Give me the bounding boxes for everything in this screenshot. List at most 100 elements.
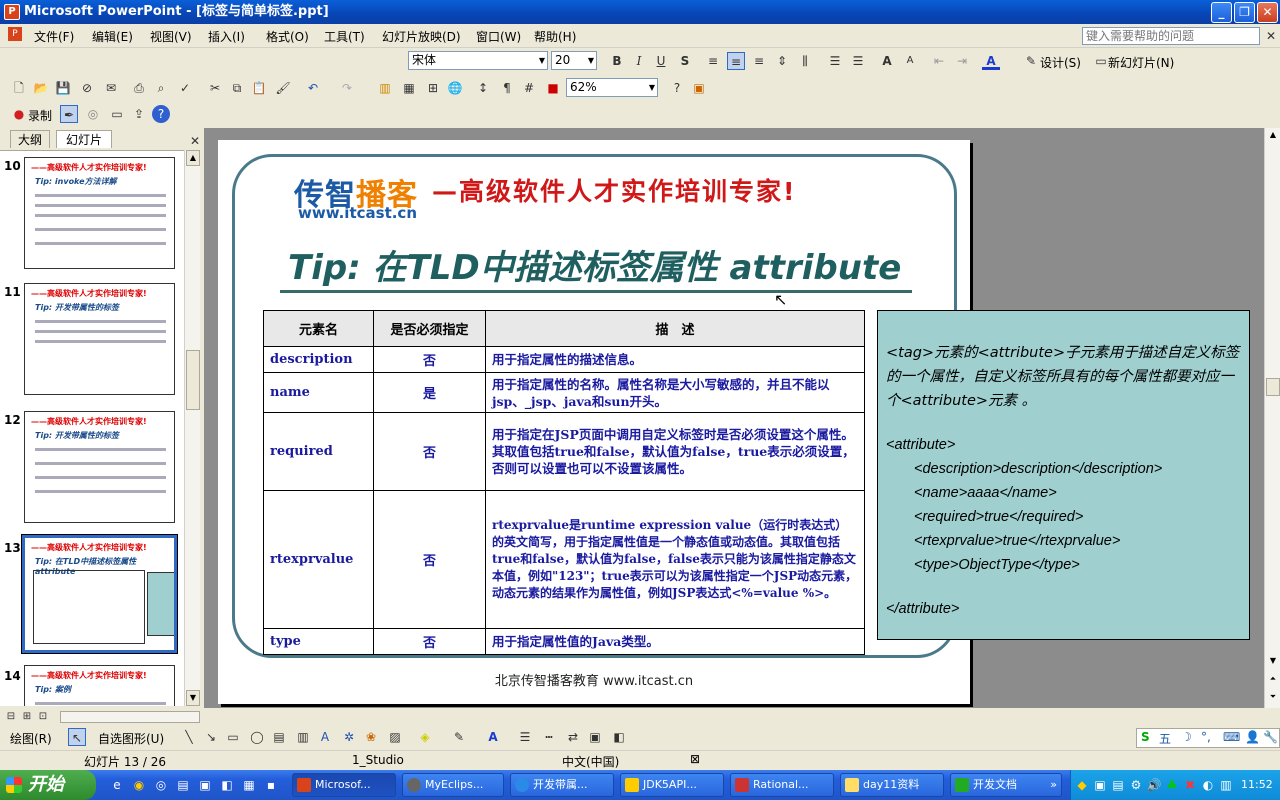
quicklaunch-icon[interactable]: ▣ [196, 776, 214, 794]
align-right-icon[interactable]: ≡ [750, 52, 768, 70]
tray-icon[interactable]: ▥ [1217, 776, 1235, 794]
scroll-up-icon[interactable]: ▲ [186, 150, 200, 166]
bullets-icon[interactable]: ☰ [849, 52, 867, 70]
menu-file[interactable]: 文件(F) [34, 28, 74, 45]
text-direction-icon[interactable]: ⫼ [796, 52, 814, 70]
help-search-input[interactable]: 键入需要帮助的问题 [1082, 27, 1260, 45]
keyboard-icon[interactable]: ⌨ [1223, 730, 1240, 744]
hyperlink-icon[interactable]: 🌐 [446, 79, 464, 97]
task-dev-docs[interactable]: 开发文档 » [950, 773, 1062, 797]
quicklaunch-icon[interactable]: ▦ [240, 776, 258, 794]
next-slide-icon[interactable]: ⏷ [1266, 690, 1280, 706]
editor-scrollbar[interactable]: ▲ ▼ ⏶ ⏷ [1264, 128, 1280, 708]
wordart-icon[interactable]: A [316, 728, 334, 746]
save-icon[interactable]: 💾 [54, 79, 72, 97]
powerpoint-icon[interactable]: P [4, 4, 20, 20]
grid-icon[interactable]: # [520, 79, 538, 97]
bold-button[interactable]: B [608, 52, 626, 70]
quicklaunch-icon[interactable]: ▤ [174, 776, 192, 794]
slide-thumbnail[interactable]: ——高级软件人才实作培训专家! Tip: 开发带属性的标签 [24, 283, 175, 395]
menu-help[interactable]: 帮助(H) [534, 28, 576, 45]
document-icon[interactable]: P [8, 27, 22, 41]
slide-thumbnail-selected[interactable]: ——高级软件人才实作培训专家! Tip: 在TLD中描述标签属性 attribu… [21, 534, 178, 654]
task-rational[interactable]: Rational... [730, 773, 834, 797]
italic-button[interactable]: I [630, 52, 648, 70]
restore-button[interactable]: ❐ [1234, 2, 1255, 23]
increase-font-icon[interactable]: A [878, 52, 896, 70]
scroll-thumb[interactable] [186, 350, 200, 410]
tray-icon[interactable]: ▤ [1109, 776, 1127, 794]
tray-icon[interactable]: ⚙ [1127, 776, 1145, 794]
ie-icon[interactable]: e [108, 776, 126, 794]
close-button[interactable]: ✕ [1257, 2, 1278, 23]
camera-icon[interactable]: ◎ [84, 105, 102, 123]
undo-icon[interactable]: ↶ [304, 79, 322, 97]
open-icon[interactable]: 📂 [32, 79, 50, 97]
font-color-icon[interactable]: A [982, 52, 1000, 70]
thumbnails-scrollbar[interactable]: ▲ ▼ [184, 150, 200, 706]
arrow-style-icon[interactable]: ⇄ [564, 728, 582, 746]
menu-window[interactable]: 窗口(W) [476, 28, 521, 45]
dash-style-icon[interactable]: ┅ [540, 728, 558, 746]
format-painter-icon[interactable]: 🖌 [274, 79, 292, 97]
align-center-icon[interactable]: ≡ [727, 52, 745, 70]
horizontal-scrollbar[interactable] [60, 711, 200, 723]
wrench-icon[interactable]: 🔧 [1263, 730, 1278, 744]
distribute-icon[interactable]: ⇕ [773, 52, 791, 70]
menu-format[interactable]: 格式(O) [266, 28, 309, 45]
menu-tools[interactable]: 工具(T) [324, 28, 365, 45]
pen-icon[interactable]: ✒ [60, 105, 78, 123]
scroll-thumb[interactable] [1266, 378, 1280, 396]
volume-icon[interactable]: 🔊 [1145, 776, 1163, 794]
formatting-marks-icon[interactable]: ¶ [498, 79, 516, 97]
menu-insert[interactable]: 插入(I) [208, 28, 245, 45]
quicklaunch-icon[interactable]: ◎ [152, 776, 170, 794]
permission-icon[interactable]: ⊘ [78, 79, 96, 97]
new-icon[interactable]: 🗋 [10, 79, 28, 97]
scroll-up-icon[interactable]: ▲ [1266, 128, 1280, 144]
ime-logo-icon[interactable]: S [1141, 730, 1150, 744]
attribute-table[interactable]: 元素名 是否必须指定 描 述 description 否 用于指定属性的描述信息… [263, 310, 865, 655]
design-icon[interactable]: ✎ [1022, 52, 1040, 70]
export-icon[interactable]: ⇪ [130, 105, 148, 123]
attribute-callout[interactable]: <tag>元素的<attribute>子元素用于描述自定义标签的一个属性，自定义… [877, 310, 1250, 640]
diagram-icon[interactable]: ✲ [340, 728, 358, 746]
color-grayscale-icon[interactable]: ■ [544, 79, 562, 97]
font-size-select[interactable]: 20 ▼ [551, 51, 597, 70]
menu-slideshow[interactable]: 幻灯片放映(D) [382, 28, 461, 45]
record-icon[interactable]: ● [10, 105, 28, 123]
user-icon[interactable]: 👤 [1245, 730, 1260, 744]
tables-borders-icon[interactable]: ⊞ [424, 79, 442, 97]
shadow-style-icon[interactable]: ▣ [586, 728, 604, 746]
clipart-icon[interactable]: ❀ [362, 728, 380, 746]
underline-button[interactable]: U [652, 52, 670, 70]
tray-icon[interactable]: ◐ [1199, 776, 1217, 794]
vertical-textbox-icon[interactable]: ▥ [294, 728, 312, 746]
clock[interactable]: 11:52 [1241, 778, 1273, 791]
align-left-icon[interactable]: ≡ [704, 52, 722, 70]
redo-icon[interactable]: ↷ [338, 79, 356, 97]
slide-thumbnail[interactable]: ——高级软件人才实作培训专家! Tip: 开发带属性的标签 [24, 411, 175, 523]
punctuation-icon[interactable]: °, [1201, 730, 1211, 744]
print-preview-icon[interactable]: ⌕ [152, 79, 170, 97]
paste-icon[interactable]: 📋 [250, 79, 268, 97]
slide-thumbnail[interactable]: ——高级软件人才实作培训专家! Tip: 案例 [24, 665, 175, 706]
textbox-icon[interactable]: ▤ [270, 728, 288, 746]
arrow-icon[interactable]: ↘ [202, 728, 220, 746]
quicklaunch-icon[interactable]: ◉ [130, 776, 148, 794]
quicklaunch-icon[interactable]: ◧ [218, 776, 236, 794]
font-color-draw-icon[interactable]: A [484, 728, 502, 746]
spelling-icon[interactable]: ✓ [176, 79, 194, 97]
scroll-down-icon[interactable]: ▼ [1266, 654, 1280, 670]
design-button[interactable]: 设计(S) [1040, 54, 1081, 71]
oval-icon[interactable]: ◯ [248, 728, 266, 746]
ime-mode[interactable]: 五 [1159, 730, 1171, 747]
rectangle-icon[interactable]: ▭ [224, 728, 242, 746]
zoom-select[interactable]: 62% ▼ [566, 78, 658, 97]
increase-indent-icon[interactable]: ⇥ [953, 52, 971, 70]
moon-icon[interactable]: ☽ [1181, 730, 1192, 744]
line-color-icon[interactable]: ✎ [450, 728, 468, 746]
record-button[interactable]: 录制 [28, 107, 52, 124]
tab-slides[interactable]: 幻灯片 [56, 130, 112, 148]
expand-icon[interactable]: ↕ [474, 79, 492, 97]
